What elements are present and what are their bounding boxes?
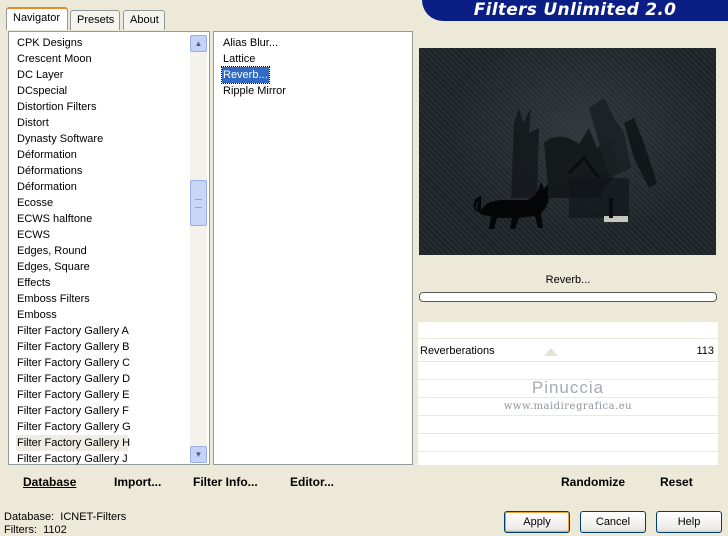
category-item[interactable]: Distortion Filters (16, 99, 97, 115)
category-item[interactable]: Edges, Square (16, 259, 91, 275)
category-item[interactable]: Emboss (16, 307, 58, 323)
status-filters-label: Filters: (4, 524, 37, 536)
preview-image (419, 48, 716, 255)
right-button-bar: Randomize Reset (418, 466, 718, 494)
category-item[interactable]: Crescent Moon (16, 51, 93, 67)
reset-button[interactable]: Reset (660, 475, 693, 489)
app-banner: Filters Unlimited 2.0 (422, 0, 728, 21)
category-item[interactable]: ECWS (16, 227, 51, 243)
category-item[interactable]: Filter Factory Gallery H (16, 435, 130, 451)
category-item[interactable]: Ecosse (16, 195, 54, 211)
watermark-url: www.maidiregrafica.eu (503, 401, 633, 412)
category-item[interactable]: Déformations (16, 163, 83, 179)
left-button-bar: Database Import... Filter Info... Editor… (8, 466, 413, 494)
category-list[interactable]: CPK Designs Crescent Moon DC Layer DCspecia… (8, 31, 210, 465)
help-button[interactable]: Help (656, 511, 722, 533)
control-row (418, 417, 718, 434)
reverberations-label: Reverberations (420, 345, 495, 357)
category-item[interactable]: DC Layer (16, 67, 64, 83)
filter-list[interactable]: Alias Blur... Lattice Reverb... Ripple Mirr… (213, 31, 413, 465)
category-item[interactable]: Edges, Round (16, 243, 88, 259)
filter-item[interactable]: Lattice (222, 51, 256, 67)
control-row (418, 435, 718, 452)
status-filters: Filters: 1102 (4, 524, 67, 536)
scroll-thumb[interactable] (190, 180, 207, 226)
control-row (418, 322, 718, 339)
filter-item[interactable]: Reverb... (221, 66, 270, 84)
category-item[interactable]: Emboss Filters (16, 291, 91, 307)
filter-item[interactable]: Alias Blur... (222, 35, 279, 51)
tab-navigator[interactable]: Navigator (6, 7, 68, 30)
import-button[interactable]: Import... (114, 475, 161, 489)
cancel-button[interactable]: Cancel (580, 511, 646, 533)
category-item[interactable]: Filter Factory Gallery C (16, 355, 131, 371)
category-item[interactable]: DCspecial (16, 83, 68, 99)
category-item[interactable]: Filter Factory Gallery F (16, 403, 130, 419)
filter-info-button[interactable]: Filter Info... (193, 475, 258, 489)
database-button[interactable]: Database (23, 475, 76, 489)
category-item[interactable]: Filter Factory Gallery J (16, 451, 129, 467)
control-area: Reverberations 113 Pinuccia www.maidireg… (418, 322, 718, 465)
category-item[interactable]: Filter Factory Gallery A (16, 323, 130, 339)
category-item[interactable]: Déformation (16, 147, 78, 163)
editor-button[interactable]: Editor... (290, 475, 334, 489)
tab-presets[interactable]: Presets (70, 10, 120, 30)
status-database: Database: ICNET-Filters (4, 511, 126, 523)
status-database-value: ICNET-Filters (60, 511, 127, 523)
status-database-label: Database: (4, 511, 55, 523)
category-item[interactable]: Filter Factory Gallery D (16, 371, 131, 387)
reverberations-value: 113 (696, 345, 714, 357)
reverberations-slider[interactable] (544, 348, 558, 356)
filter-name-label: Reverb... (418, 269, 718, 291)
category-item[interactable]: Filter Factory Gallery G (16, 419, 132, 435)
progress-bar (419, 292, 717, 302)
category-item[interactable]: Filter Factory Gallery E (16, 387, 130, 403)
category-item[interactable]: Effects (16, 275, 51, 291)
randomize-button[interactable]: Randomize (561, 475, 625, 489)
apply-button[interactable]: Apply (504, 511, 570, 533)
category-item[interactable]: Déformation (16, 179, 78, 195)
tab-about[interactable]: About (123, 10, 165, 30)
scroll-up-button[interactable]: ▲ (190, 35, 207, 52)
category-item[interactable]: Filter Factory Gallery B (16, 339, 130, 355)
category-scrollbar[interactable]: ▲ ▼ (190, 35, 207, 463)
preview-artwork (473, 98, 657, 229)
status-filters-value: 1102 (43, 524, 67, 536)
category-item[interactable]: Distort (16, 115, 50, 131)
category-item[interactable]: CPK Designs (16, 35, 83, 51)
watermark-title: Pinuccia (531, 378, 605, 397)
category-item[interactable]: Dynasty Software (16, 131, 104, 147)
category-item[interactable]: ECWS halftone (16, 211, 93, 227)
filter-item[interactable]: Ripple Mirror (222, 83, 287, 99)
scroll-down-button[interactable]: ▼ (190, 446, 207, 463)
